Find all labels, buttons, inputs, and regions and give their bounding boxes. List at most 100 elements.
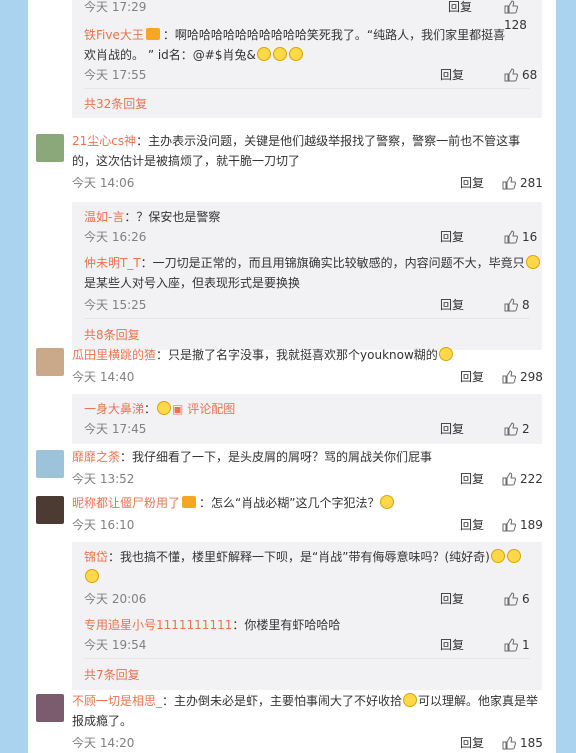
- reply-button[interactable]: 回复: [440, 420, 464, 438]
- divider: [84, 88, 530, 89]
- reply-author-link[interactable]: 仲未明T_T: [84, 256, 141, 270]
- like-button[interactable]: 2: [504, 420, 530, 438]
- vip-badge-icon: [182, 496, 197, 508]
- comment-author-link[interactable]: 靡靡之荼: [72, 450, 120, 464]
- comment-text-line: 锦岱：我也搞不懂，楼里虾解释一下呗，是“肖战”带有侮辱意味吗？(纯好奇): [84, 546, 522, 568]
- comment-text-line: 欢肖战的。 ” id名：@#$肖兔&: [84, 44, 304, 66]
- reply-button[interactable]: 回复: [440, 590, 464, 608]
- reply-button[interactable]: 回复: [440, 228, 464, 246]
- like-button[interactable]: 1: [504, 636, 530, 654]
- like-button[interactable]: 6: [504, 590, 530, 608]
- comment-image-link[interactable]: 评论配图: [187, 402, 235, 416]
- timestamp: 今天 19:54: [84, 638, 147, 652]
- like-count: 281: [520, 176, 543, 190]
- reply-text: ：一刀切是正常的，而且用锦旗确实比较敏感的，内容问题不大，毕竟只: [140, 256, 525, 270]
- timestamp: 今天 14:20: [72, 736, 135, 750]
- reply-text: ：我也搞不懂，楼里虾解释一下呗，是“肖战”带有侮辱意味吗？(纯好奇): [108, 550, 490, 564]
- face-emoji-icon: [288, 47, 303, 61]
- reply-author-link[interactable]: 一身大鼻涕: [84, 402, 144, 416]
- reply-button[interactable]: 回复: [440, 66, 464, 84]
- comment-author-link[interactable]: 昵称都让僵尸粉用了: [72, 496, 180, 510]
- face-emoji-icon: [438, 347, 453, 361]
- face-emoji-icon: [85, 569, 99, 583]
- like-button[interactable]: 128: [504, 0, 542, 34]
- comment-text-line: 是某些人对号入座，但表现形式是要换换: [84, 272, 300, 294]
- divider: [84, 318, 530, 319]
- timestamp: 今天 17:29: [84, 0, 147, 14]
- more-replies-link[interactable]: 共32条回复: [84, 95, 147, 113]
- like-button[interactable]: 281: [502, 174, 543, 192]
- comment-item: 21尘心cs神：主办表示没问题，关键是他们越级举报找了警察，警察一前也不管这事的…: [28, 130, 556, 356]
- reply-button[interactable]: 回复: [440, 296, 464, 314]
- timestamp: 今天 14:40: [72, 370, 135, 384]
- like-count: 68: [522, 68, 538, 82]
- reply-text: ：: [144, 402, 157, 416]
- more-replies-link[interactable]: 共7条回复: [84, 666, 140, 684]
- comment-text: ：我仔细看了一下，是头皮屑的屑呀？骂的屑战关你们屁事: [120, 450, 433, 464]
- reply-text: ：啊哈哈哈哈哈哈哈哈哈哈笑死我了。“纯路人，我们家里都挺喜: [162, 28, 506, 42]
- like-count: 189: [520, 518, 543, 532]
- reply-button[interactable]: 回复: [460, 516, 484, 534]
- comment-text-line: 靡靡之荼：我仔细看了一下，是头皮屑的屑呀？骂的屑战关你们屁事: [72, 446, 432, 468]
- reply-author-link[interactable]: 专用追星小号1111111111: [84, 618, 232, 632]
- reply-text: 是某些人对号入座，但表现形式是要换换: [84, 276, 301, 290]
- face-emoji-icon: [525, 255, 540, 269]
- avatar[interactable]: [36, 348, 64, 376]
- comment-text: ：主办表示没问题，关键是他们越级举报找了警察，警察一前也不管这事: [136, 134, 521, 148]
- like-count: 2: [522, 422, 530, 436]
- like-button[interactable]: 68: [504, 66, 537, 84]
- reply-thread: 锦岱：我也搞不懂，楼里虾解释一下呗，是“肖战”带有侮辱意味吗？(纯好奇) 今天 2…: [72, 542, 542, 690]
- comment-item: 昵称都让僵尸粉用了 ：怎么“肖战必糊”这几个字犯法？ 今天 16:10 回复 189 锦岱…: [28, 492, 556, 690]
- like-button[interactable]: 185: [502, 734, 543, 752]
- avatar[interactable]: [36, 134, 64, 162]
- vip-badge-icon: [145, 28, 160, 40]
- reply-author-link[interactable]: 铁Five大王: [84, 28, 144, 42]
- comment-text: 报成瘾了。: [72, 714, 133, 728]
- reply-button[interactable]: 回复: [448, 0, 472, 16]
- comment-item: 不顾一切是相思_：主办倒未必是虾，主要怕事闹大了不好收拾 可以理解。他家真是举报成…: [28, 690, 556, 750]
- face-emoji-icon: [272, 47, 287, 61]
- reply-button[interactable]: 回复: [460, 174, 484, 192]
- reply-button[interactable]: 回复: [460, 734, 484, 752]
- reply-text: ：？保安也是警察: [124, 210, 221, 224]
- face-emoji-icon: [490, 549, 505, 563]
- timestamp: 今天 16:26: [84, 230, 147, 244]
- comment-text-line: 的，这次估计是被搞烦了，就干脆一刀切了: [72, 150, 300, 172]
- reply-button[interactable]: 回复: [460, 368, 484, 386]
- picture-icon: ▣: [172, 402, 188, 416]
- comment-text-line: 不顾一切是相思_：主办倒未必是虾，主要怕事闹大了不好收拾 可以理解。他家真是举: [72, 690, 538, 712]
- comment-text: ：只是撤了名字没事，我就挺喜欢那个youknow糊的: [156, 348, 438, 362]
- like-button[interactable]: 189: [502, 516, 543, 534]
- comment-text-line: 铁Five大王 ：啊哈哈哈哈哈哈哈哈哈哈笑死我了。“纯路人，我们家里都挺喜: [84, 24, 505, 46]
- comment-text-line: 21尘心cs神：主办表示没问题，关键是他们越级举报找了警察，警察一前也不管这事: [72, 130, 520, 152]
- comment-text-line: 温如-言：？保安也是警察: [84, 206, 220, 228]
- timestamp: 今天 20:06: [84, 592, 147, 606]
- reply-button[interactable]: 回复: [460, 470, 484, 488]
- like-count: 298: [520, 370, 543, 384]
- comment-text-line: 瓜田里横跳的猹：只是撤了名字没事，我就挺喜欢那个youknow糊的: [72, 344, 454, 366]
- comment-author-link[interactable]: 瓜田里横跳的猹: [72, 348, 156, 362]
- comment-author-link[interactable]: 21尘心cs神: [72, 134, 136, 148]
- comment-author-link[interactable]: 不顾一切是相思_: [72, 694, 162, 708]
- timestamp: 今天 14:06: [72, 176, 135, 190]
- timestamp: 今天 16:10: [72, 518, 135, 532]
- like-button[interactable]: 222: [502, 470, 543, 488]
- timestamp: 今天 13:52: [72, 472, 135, 486]
- reply-button[interactable]: 回复: [440, 636, 464, 654]
- like-button[interactable]: 298: [502, 368, 543, 386]
- like-button[interactable]: 8: [504, 296, 530, 314]
- face-emoji-icon: [403, 693, 418, 707]
- timestamp: 今天 17:55: [84, 68, 147, 82]
- avatar[interactable]: [36, 694, 64, 722]
- comment-text: 可以理解。他家真是举: [418, 694, 539, 708]
- like-button[interactable]: 16: [504, 228, 537, 246]
- comment-text: ：主办倒未必是虾，主要怕事闹大了不好收拾: [162, 694, 403, 708]
- comment-text-line: [84, 566, 100, 588]
- avatar[interactable]: [36, 450, 64, 478]
- avatar[interactable]: [36, 496, 64, 524]
- reply-author-link[interactable]: 锦岱: [84, 550, 108, 564]
- more-replies-link[interactable]: 共8条回复: [84, 326, 140, 344]
- reply-author-link[interactable]: 温如-言: [84, 210, 124, 224]
- timestamp: 今天 17:45: [84, 422, 147, 436]
- comment-item: 靡靡之荼：我仔细看了一下，是头皮屑的屑呀？骂的屑战关你们屁事今天 13:52 回复…: [28, 446, 556, 496]
